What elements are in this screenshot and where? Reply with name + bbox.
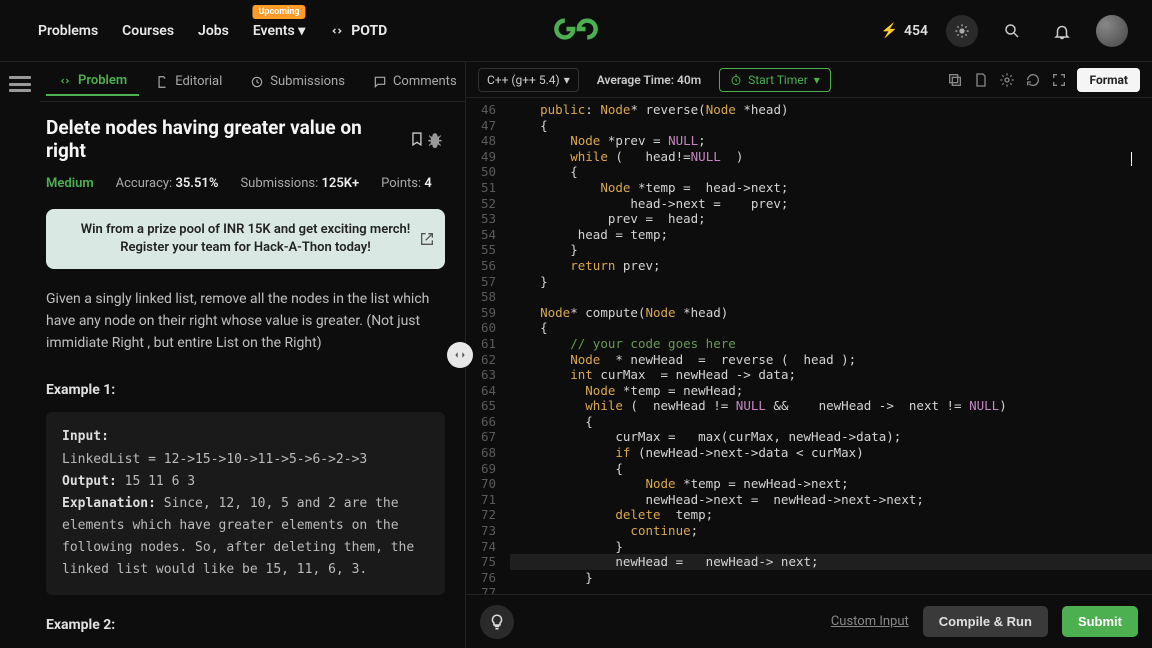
bolt-icon: ⚡: [881, 23, 898, 39]
line-gutter: 4647484950515253545556575859606162636465…: [466, 98, 504, 594]
text-cursor: [1131, 152, 1132, 166]
editor-bottom-bar: Custom Input Compile & Run Submit: [466, 594, 1152, 648]
code-area[interactable]: public: Node* reverse(Node *head) { Node…: [504, 98, 1152, 594]
tab-comments-label: Comments: [393, 74, 457, 89]
avatar[interactable]: [1096, 15, 1128, 47]
potd-label: POTD: [351, 23, 387, 39]
format-button[interactable]: Format: [1077, 68, 1140, 92]
logo[interactable]: [548, 11, 604, 51]
problem-body[interactable]: Delete nodes having greater value on rig…: [40, 102, 465, 648]
chat-icon: [373, 75, 387, 89]
search-button[interactable]: [996, 15, 1028, 47]
tab-comments[interactable]: Comments: [361, 68, 469, 95]
language-label: C++ (g++ 5.4): [487, 73, 560, 87]
problem-title: Delete nodes having greater value on rig…: [46, 116, 425, 162]
reset-icon[interactable]: [1025, 72, 1041, 88]
difficulty: Medium: [46, 176, 94, 191]
top-nav: Problems Courses Jobs Upcoming Events ▾ …: [0, 0, 1152, 62]
nav-courses[interactable]: Courses: [122, 23, 174, 39]
nav-problems[interactable]: Problems: [38, 23, 98, 39]
sun-icon: [954, 23, 970, 39]
promo-text: Win from a prize pool of INR 15K and get…: [81, 222, 411, 255]
bookmark-icon[interactable]: [409, 131, 425, 147]
fullscreen-icon[interactable]: [1051, 72, 1067, 88]
timer-icon: [730, 74, 742, 86]
bell-icon: [1053, 22, 1071, 40]
submissions-value: 125K+: [321, 176, 359, 191]
problem-panel: Problem Editorial Submissions Comments D…: [40, 62, 465, 648]
sidebar-toggle-area: [0, 62, 40, 648]
bulb-icon: [488, 613, 506, 631]
start-timer-button[interactable]: Start Timer ▾: [719, 68, 831, 92]
streak-counter[interactable]: ⚡ 454: [881, 23, 928, 39]
compile-run-button[interactable]: Compile & Run: [923, 606, 1048, 637]
submit-button[interactable]: Submit: [1062, 606, 1138, 637]
code-editor[interactable]: 4647484950515253545556575859606162636465…: [466, 98, 1152, 594]
nav-jobs[interactable]: Jobs: [198, 23, 229, 39]
tab-editorial-label: Editorial: [175, 74, 222, 89]
nav-events[interactable]: Upcoming Events ▾: [253, 23, 305, 39]
tab-problem-label: Problem: [78, 73, 127, 88]
theme-toggle[interactable]: [946, 15, 978, 47]
promo-banner[interactable]: Win from a prize pool of INR 15K and get…: [46, 209, 445, 269]
chevron-down-icon: ▾: [814, 73, 820, 87]
file-icon[interactable]: [973, 72, 989, 88]
notifications-button[interactable]: [1046, 15, 1078, 47]
hint-button[interactable]: [480, 605, 514, 639]
panel-resize-handle[interactable]: [447, 342, 473, 368]
nav-potd[interactable]: POTD: [329, 23, 387, 39]
search-icon: [1003, 22, 1021, 40]
tab-editorial[interactable]: Editorial: [143, 68, 234, 95]
resize-icon: [453, 348, 467, 362]
gear-icon[interactable]: [999, 72, 1015, 88]
editor-panel: C++ (g++ 5.4) ▾ Average Time: 40m Start …: [465, 62, 1152, 648]
nav-events-label: Events: [253, 23, 295, 39]
hamburger-button[interactable]: [9, 76, 31, 92]
nav-right: ⚡ 454: [881, 15, 1128, 47]
submissions-label: Submissions:: [240, 176, 318, 191]
example-1-box: Input: LinkedList = 12->15->10->11->5->6…: [46, 412, 445, 595]
editor-toolbar: C++ (g++ 5.4) ▾ Average Time: 40m Start …: [466, 62, 1152, 98]
points-label: Points:: [381, 176, 421, 191]
code-icon: [329, 23, 345, 39]
panel-tabs: Problem Editorial Submissions Comments: [40, 62, 465, 102]
problem-stats: Medium Accuracy: 35.51% Submissions: 125…: [46, 176, 445, 191]
chevron-down-icon: ▾: [298, 23, 305, 39]
nav-left: Problems Courses Jobs Upcoming Events ▾ …: [38, 23, 387, 39]
problem-description: Given a singly linked list, remove all t…: [46, 289, 445, 354]
tab-submissions-label: Submissions: [270, 74, 345, 89]
code-tab-icon: [58, 74, 72, 88]
bug-report-icon[interactable]: [425, 129, 445, 149]
doc-icon: [155, 75, 169, 89]
example-1-heading: Example 1:: [46, 382, 445, 398]
external-link-icon: [419, 231, 435, 247]
clock-icon: [250, 75, 264, 89]
streak-value: 454: [904, 23, 928, 39]
tab-problem[interactable]: Problem: [46, 67, 139, 96]
avg-time: Average Time: 40m: [597, 73, 701, 87]
language-select[interactable]: C++ (g++ 5.4) ▾: [478, 68, 579, 92]
tab-submissions[interactable]: Submissions: [238, 68, 357, 95]
example-2-heading: Example 2:: [46, 617, 445, 633]
accuracy-value: 35.51%: [175, 176, 218, 191]
points-value: 4: [424, 176, 431, 191]
chevron-down-icon: ▾: [564, 73, 570, 87]
accuracy-label: Accuracy:: [116, 176, 173, 191]
timer-label: Start Timer: [748, 73, 808, 87]
main: Problem Editorial Submissions Comments D…: [0, 62, 1152, 648]
gfg-logo-icon: [548, 11, 604, 47]
custom-input-link[interactable]: Custom Input: [831, 614, 909, 629]
copy-icon[interactable]: [947, 72, 963, 88]
upcoming-badge: Upcoming: [252, 5, 305, 19]
